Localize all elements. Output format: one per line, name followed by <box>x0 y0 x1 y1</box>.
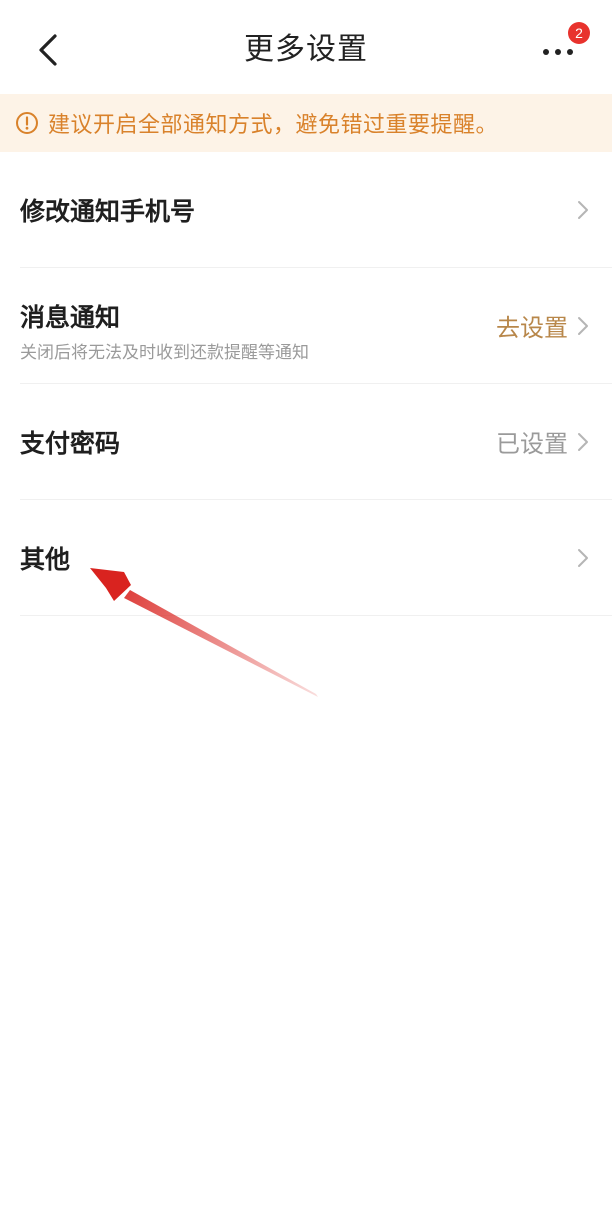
notification-badge: 2 <box>568 22 590 44</box>
chevron-right-icon <box>576 315 590 337</box>
info-circle-icon <box>14 110 40 136</box>
setting-title: 其他 <box>20 545 71 574</box>
more-dots-icon <box>543 49 573 55</box>
setting-subtitle: 关闭后将无法及时收到还款提醒等通知 <box>20 343 309 363</box>
status-value: 已设置 <box>496 430 568 458</box>
setting-row-payment-password[interactable]: 支付密码 已设置 <box>20 384 612 500</box>
notice-bar: 建议开启全部通知方式，避免错过重要提醒。 <box>0 94 612 152</box>
chevron-right-icon <box>576 199 590 221</box>
setting-row-message-notification[interactable]: 消息通知 关闭后将无法及时收到还款提醒等通知 去设置 <box>20 268 612 384</box>
setting-title: 支付密码 <box>20 429 121 458</box>
settings-list: 修改通知手机号 消息通知 关闭后将无法及时收到还款提醒等通知 去设置 支付密码 … <box>0 152 612 616</box>
page-title: 更多设置 <box>244 32 368 67</box>
go-settings-link[interactable]: 去设置 <box>496 308 568 343</box>
nav-bar: 更多设置 2 <box>0 0 612 100</box>
setting-title: 消息通知 <box>20 303 121 332</box>
setting-title: 修改通知手机号 <box>20 197 196 226</box>
notice-text: 建议开启全部通知方式，避免错过重要提醒。 <box>48 113 499 138</box>
setting-row-change-phone[interactable]: 修改通知手机号 <box>20 152 612 268</box>
setting-right: 去设置 <box>496 268 590 383</box>
setting-right <box>576 152 590 267</box>
setting-right: 已设置 <box>496 384 590 499</box>
setting-row-other[interactable]: 其他 <box>20 500 612 616</box>
chevron-right-icon <box>576 547 590 569</box>
chevron-right-icon <box>576 431 590 453</box>
setting-right <box>576 500 590 615</box>
